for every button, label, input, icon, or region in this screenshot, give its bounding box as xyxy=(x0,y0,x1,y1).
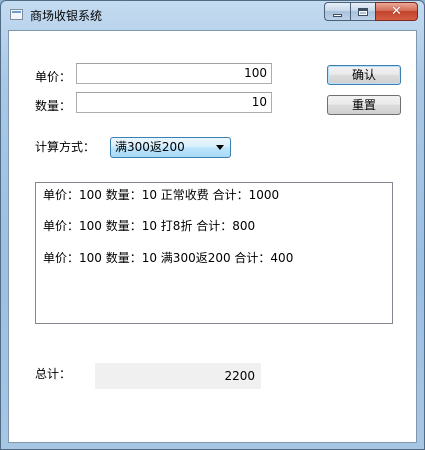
confirm-button[interactable]: 确认 xyxy=(327,65,401,85)
price-label: 单价： xyxy=(35,70,72,84)
list-item[interactable]: 单价：100 数量：10 正常收费 合计：1000 xyxy=(43,186,279,203)
close-icon: ✕ xyxy=(391,4,402,19)
quantity-label: 数量： xyxy=(35,99,72,113)
client-area: 单价： 100 数量： 10 确认 重置 计算方式： 满300返200 单价：1… xyxy=(8,30,417,443)
list-item[interactable]: 单价：100 数量：10 打8折 合计：800 xyxy=(43,217,255,234)
app-icon xyxy=(10,9,23,20)
reset-button[interactable]: 重置 xyxy=(327,95,401,115)
minimize-icon xyxy=(333,13,342,17)
minimize-button[interactable] xyxy=(324,2,350,21)
app-window: 商场收银系统 ✕ 单价： 100 数量： 10 确认 重置 计算方式： 满300… xyxy=(0,0,425,450)
total-label: 总计： xyxy=(35,367,72,381)
calc-method-select[interactable]: 满300返200 xyxy=(110,137,231,158)
dropdown-arrow-icon xyxy=(216,145,224,150)
calc-method-value: 满300返200 xyxy=(115,140,185,154)
list-item[interactable]: 单价：100 数量：10 满300返200 合计：400 xyxy=(43,249,293,266)
window-title: 商场收银系统 xyxy=(30,9,103,23)
maximize-button[interactable] xyxy=(350,2,375,21)
total-value: 2200 xyxy=(95,363,261,389)
records-listbox[interactable]: 单价：100 数量：10 正常收费 合计：1000 单价：100 数量：10 打… xyxy=(35,182,393,324)
title-bar[interactable]: 商场收银系统 ✕ xyxy=(1,1,424,29)
price-input[interactable]: 100 xyxy=(76,63,272,84)
maximize-icon xyxy=(358,7,368,16)
close-button[interactable]: ✕ xyxy=(375,2,418,21)
caption-buttons: ✕ xyxy=(324,2,418,21)
quantity-input[interactable]: 10 xyxy=(76,92,272,113)
calc-method-label: 计算方式： xyxy=(35,140,96,154)
